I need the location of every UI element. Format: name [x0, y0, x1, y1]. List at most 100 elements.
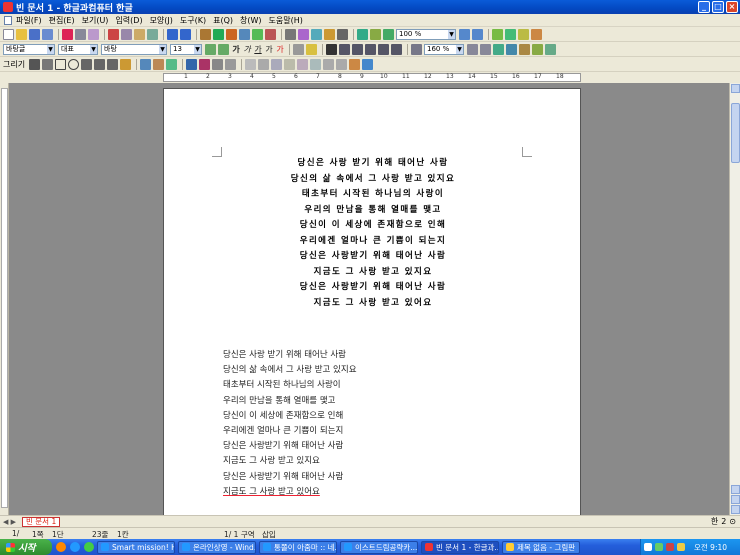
line-icon[interactable] — [42, 58, 54, 70]
page-up-icon[interactable] — [731, 485, 740, 494]
chevron-down-icon[interactable]: ▼ — [90, 44, 97, 54]
handwritten-lyrics[interactable]: 당신은 사랑 받기 위해 태어난 사람 당신의 삶 속에서 그 사랑 받고 있지… — [164, 156, 582, 311]
tab-document-1[interactable]: 빈 문서 1 — [22, 517, 61, 527]
new-doc-icon[interactable] — [3, 28, 14, 40]
find-icon[interactable] — [200, 28, 211, 40]
align-left-icon[interactable] — [339, 43, 350, 55]
ruler-strip[interactable]: 1 2 3 4 5 6 7 8 9 10 11 12 13 14 15 16 1… — [163, 73, 581, 82]
align-justify-icon[interactable] — [326, 43, 337, 55]
menu-tools[interactable]: 도구(K) — [180, 15, 206, 26]
scroll-thumb[interactable] — [731, 103, 740, 163]
chart-icon[interactable] — [226, 28, 237, 40]
page-setup-icon[interactable] — [357, 28, 368, 40]
bold-button[interactable]: 가 — [231, 44, 241, 55]
italic-button[interactable]: 가 — [242, 44, 252, 55]
close-button[interactable]: × — [726, 1, 738, 13]
bullet-icon[interactable] — [506, 43, 517, 55]
ime-hangul[interactable]: 한 — [711, 516, 718, 527]
network-tray-icon[interactable] — [655, 543, 663, 551]
indent-icon[interactable] — [532, 43, 543, 55]
maximize-button[interactable]: □ — [712, 1, 724, 13]
curve-icon[interactable] — [107, 58, 119, 70]
document-icon[interactable] — [4, 15, 12, 25]
highlight-icon[interactable] — [306, 43, 317, 55]
spacing-down-icon[interactable] — [480, 43, 491, 55]
order-front-icon[interactable] — [297, 58, 309, 70]
scroll-up-icon[interactable] — [731, 84, 740, 93]
menu-table[interactable]: 표(Q) — [213, 15, 233, 26]
copy-icon[interactable] — [121, 28, 132, 40]
align-center-icon[interactable] — [365, 43, 376, 55]
minimize-button[interactable]: _ — [698, 1, 710, 13]
taskbar-item[interactable]: Smart mission! H... — [97, 540, 175, 554]
firefox-quicklaunch-icon[interactable] — [56, 542, 66, 552]
numbering-icon[interactable] — [493, 43, 504, 55]
draw-label[interactable]: 그리기 — [3, 59, 25, 70]
ungroup-icon[interactable] — [284, 58, 296, 70]
line-spacing-combo[interactable]: 160 % ▼ — [424, 43, 464, 55]
symbol-icon[interactable] — [298, 28, 309, 40]
fill-color-icon[interactable] — [199, 58, 211, 70]
open-folder-icon[interactable] — [16, 28, 27, 40]
clock[interactable]: 오전 9:10 — [694, 542, 727, 553]
split-align-icon[interactable] — [391, 43, 402, 55]
arrow-style-icon[interactable] — [225, 58, 237, 70]
undo-icon[interactable] — [167, 28, 178, 40]
chevron-down-icon[interactable]: ▼ — [47, 44, 54, 54]
image-icon[interactable] — [252, 28, 263, 40]
vertical-scrollbar[interactable] — [729, 83, 740, 515]
underline-button[interactable]: 가 — [253, 44, 263, 55]
style-combo[interactable]: 바탕글 ▼ — [3, 43, 55, 55]
distribute-icon[interactable] — [378, 43, 389, 55]
hyperlink-icon[interactable] — [311, 28, 322, 40]
ellipse-icon[interactable] — [68, 58, 80, 70]
ime-tray-icon[interactable] — [644, 543, 652, 551]
align-objects-icon[interactable] — [349, 58, 361, 70]
font-color-button[interactable]: 가 — [275, 44, 285, 55]
save-icon[interactable] — [29, 28, 40, 40]
outdent-icon[interactable] — [545, 43, 556, 55]
memo-icon[interactable] — [324, 28, 335, 40]
ime-keyboard[interactable]: 2 — [721, 517, 726, 526]
view-icon[interactable] — [370, 28, 381, 40]
spellcheck-icon[interactable] — [213, 28, 224, 40]
table-icon[interactable] — [239, 28, 250, 40]
paste-icon[interactable] — [134, 28, 145, 40]
font-size-down-icon[interactable] — [218, 43, 229, 55]
help-icon[interactable] — [531, 28, 542, 40]
horizontal-ruler[interactable]: 1 2 3 4 5 6 7 8 9 10 11 12 13 14 15 16 1… — [0, 72, 740, 83]
chevron-down-icon[interactable]: ▼ — [194, 44, 201, 54]
menu-file[interactable]: 파일(F) — [16, 15, 42, 26]
wordart-icon[interactable] — [153, 58, 165, 70]
hwp-app-icon[interactable] — [3, 2, 13, 12]
footnote-icon[interactable] — [337, 28, 348, 40]
arc-icon[interactable] — [81, 58, 93, 70]
menu-window[interactable]: 창(W) — [240, 15, 262, 26]
chevron-down-icon[interactable]: ▼ — [159, 44, 166, 54]
macro-run-icon[interactable] — [505, 28, 516, 40]
line-style-icon[interactable] — [212, 58, 224, 70]
document-page[interactable]: 당신은 사랑 받기 위해 태어난 사람 당신의 삶 속에서 그 사랑 받고 있지… — [163, 88, 581, 515]
menu-help[interactable]: 도움말(H) — [269, 15, 303, 26]
shade-icon[interactable] — [293, 43, 304, 55]
object-props-icon[interactable] — [362, 58, 374, 70]
textbox-icon[interactable] — [140, 58, 152, 70]
chevron-down-icon[interactable]: ▼ — [448, 29, 455, 39]
font-combo[interactable]: 바탕 ▼ — [101, 43, 167, 55]
zoom-combo[interactable]: 100 % ▼ — [396, 28, 456, 40]
dictionary-icon[interactable] — [518, 28, 529, 40]
ime-indicator[interactable]: 한 2 ⊙ — [711, 516, 736, 527]
media-quicklaunch-icon[interactable] — [84, 542, 94, 552]
pointer-icon[interactable] — [29, 58, 41, 70]
menu-view[interactable]: 보기(U) — [82, 15, 109, 26]
start-button[interactable]: 시작 — [0, 539, 52, 555]
volume-tray-icon[interactable] — [677, 543, 685, 551]
scroll-down-icon[interactable] — [731, 505, 740, 514]
format-painter-icon[interactable] — [147, 28, 158, 40]
line-color-icon[interactable] — [186, 58, 198, 70]
zoom-in-icon[interactable] — [459, 28, 470, 40]
rotate-icon[interactable] — [323, 58, 335, 70]
zoom-page-icon[interactable] — [383, 28, 394, 40]
taskbar-item-active[interactable]: 빈 문서 1 - 한글과... — [421, 540, 499, 554]
taskbar-item[interactable]: 이스트드림공략카... — [340, 540, 418, 554]
